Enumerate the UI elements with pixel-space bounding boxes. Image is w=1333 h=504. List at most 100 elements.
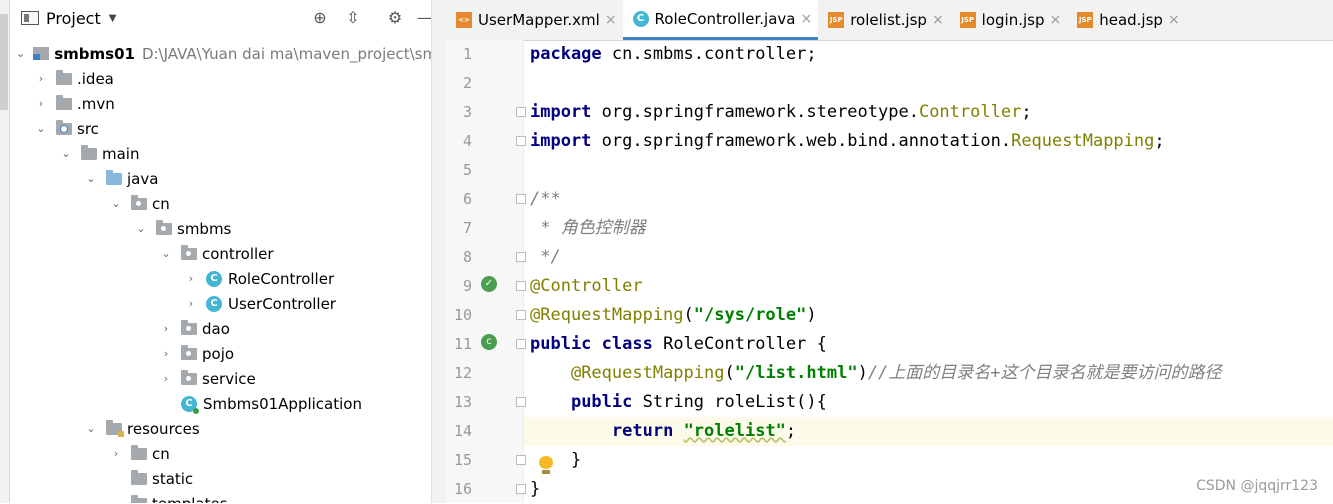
line-number: 7	[462, 219, 472, 237]
tree-item-controller[interactable]: ⌄ controller	[10, 241, 431, 266]
tree-item-label: service	[202, 369, 256, 388]
source-root-folder-icon	[106, 169, 122, 185]
chevron-down-icon[interactable]: ⌄	[134, 222, 148, 235]
chevron-down-icon[interactable]: ⌄	[34, 122, 48, 135]
editor-gutter[interactable]: 1 2 3 4 5 6 7 8 9 10 11 12 13 14 15 16 ✓…	[446, 40, 526, 503]
chevron-right-icon[interactable]: ›	[184, 297, 198, 310]
tree-item-java[interactable]: ⌄ java	[10, 166, 431, 191]
chevron-right-icon[interactable]: ›	[159, 347, 173, 360]
line-number: 16	[453, 480, 472, 498]
line-number: 3	[462, 103, 472, 121]
fold-marker-icon[interactable]	[516, 136, 526, 146]
tree-item-label: controller	[202, 244, 274, 263]
tab-rolecontroller-java[interactable]: C RoleController.java ×	[622, 0, 819, 40]
tree-item-rolecontroller[interactable]: › C RoleController	[10, 266, 431, 291]
class-icon: C	[206, 295, 222, 312]
chevron-down-icon[interactable]: ▼	[109, 13, 117, 24]
tree-item-idea[interactable]: › .idea	[10, 66, 431, 91]
fold-marker-icon[interactable]	[516, 281, 526, 291]
spring-bean-icon[interactable]: ✓	[481, 276, 497, 292]
tab-head-jsp[interactable]: JSP head.jsp ×	[1067, 0, 1185, 40]
chevron-down-icon[interactable]: ⌄	[159, 247, 173, 260]
chevron-right-icon[interactable]: ›	[159, 322, 173, 335]
code-line-6: /**	[530, 189, 561, 209]
chevron-down-icon[interactable]: ⌄	[59, 147, 73, 160]
code-area[interactable]: package cn.smbms.controller; import org.…	[530, 40, 1333, 503]
tree-item-static[interactable]: static	[10, 466, 431, 491]
tab-label: rolelist.jsp	[850, 11, 927, 29]
fold-marker-icon[interactable]	[516, 194, 526, 204]
code-line-10: @RequestMapping("/sys/role")	[530, 305, 817, 325]
tab-login-jsp[interactable]: JSP login.jsp ×	[950, 0, 1068, 40]
tree-item-label: .mvn	[77, 94, 115, 113]
package-icon	[181, 244, 197, 260]
chevron-down-icon[interactable]: ⌄	[109, 197, 123, 210]
tree-item-smbms[interactable]: ⌄ smbms	[10, 216, 431, 241]
collapse-all-icon[interactable]: ⇳	[344, 9, 362, 27]
tree-item-smbms01[interactable]: ⌄ smbms01 D:\JAVA\Yuan dai ma\maven_proj…	[10, 41, 431, 66]
fold-marker-icon[interactable]	[516, 455, 526, 465]
spring-bean-icon[interactable]: c	[481, 334, 497, 350]
chevron-down-icon[interactable]: ⌄	[16, 47, 25, 60]
tree-item-label: static	[152, 469, 194, 488]
fold-marker-icon[interactable]	[516, 252, 526, 262]
tree-item-label: .idea	[77, 69, 114, 88]
project-tool-tab[interactable]	[0, 14, 8, 110]
tree-item-pojo[interactable]: › pojo	[10, 341, 431, 366]
tab-label: UserMapper.xml	[478, 11, 600, 29]
tab-rolelist-jsp[interactable]: JSP rolelist.jsp ×	[818, 0, 949, 40]
close-icon[interactable]: ×	[932, 12, 944, 28]
package-icon	[131, 194, 147, 210]
package-icon	[181, 319, 197, 335]
chevron-down-icon[interactable]: ⌄	[84, 422, 98, 435]
close-icon[interactable]: ×	[1168, 12, 1180, 28]
tree-item-cn[interactable]: ⌄ cn	[10, 191, 431, 216]
tree-item-templates[interactable]: templates	[10, 491, 431, 503]
minimize-icon[interactable]: —	[416, 9, 431, 27]
chevron-right-icon[interactable]: ›	[184, 272, 198, 285]
line-number: 1	[462, 45, 472, 63]
java-class-icon: C	[632, 10, 649, 27]
tab-usermapper-xml[interactable]: <> UserMapper.xml ×	[446, 0, 623, 40]
code-text: RoleController {	[663, 334, 827, 354]
fold-marker-icon[interactable]	[516, 397, 526, 407]
code-line-7: * 角色控制器	[530, 218, 646, 238]
chevron-right-icon[interactable]: ›	[34, 97, 48, 110]
code-text: RequestMapping	[1011, 131, 1155, 151]
code-text: org.springframework.stereotype.	[601, 102, 919, 122]
tree-item-smbms01application[interactable]: C Smbms01Application	[10, 391, 431, 416]
line-number: 13	[453, 393, 472, 411]
chevron-right-icon[interactable]: ›	[109, 447, 123, 460]
close-icon[interactable]: ×	[800, 11, 812, 27]
fold-marker-icon[interactable]	[516, 339, 526, 349]
project-panel-header: Project ▼ ⊕ ⇳ ⚙ —	[10, 0, 431, 36]
panel-divider[interactable]	[431, 0, 447, 503]
module-icon	[33, 47, 50, 60]
tree-item-src[interactable]: ⌄ src	[10, 116, 431, 141]
fold-marker-icon[interactable]	[516, 484, 526, 494]
tree-item-service[interactable]: › service	[10, 366, 431, 391]
tree-item-dao[interactable]: › dao	[10, 316, 431, 341]
tree-item-main[interactable]: ⌄ main	[10, 141, 431, 166]
line-number: 12	[453, 364, 472, 382]
chevron-right-icon[interactable]: ›	[159, 372, 173, 385]
editor-tab-bar: <> UserMapper.xml × C RoleController.jav…	[446, 0, 1333, 41]
chevron-down-icon[interactable]: ⌄	[84, 172, 98, 185]
fold-marker-icon[interactable]	[516, 107, 526, 117]
tree-item-usercontroller[interactable]: › C UserController	[10, 291, 431, 316]
tree-item-resources-cn[interactable]: › cn	[10, 441, 431, 466]
gear-icon[interactable]: ⚙	[386, 9, 404, 27]
chevron-right-icon[interactable]: ›	[34, 72, 48, 85]
tree-item-label: src	[77, 119, 99, 138]
code-line-12: @RequestMapping("/list.html")//上面的目录名+这个…	[570, 363, 1222, 383]
xml-file-icon: <>	[456, 12, 472, 28]
close-icon[interactable]: ×	[605, 12, 617, 28]
locate-icon[interactable]: ⊕	[311, 9, 329, 27]
fold-marker-icon[interactable]	[516, 310, 526, 320]
tree-item-label: Smbms01Application	[203, 394, 362, 413]
close-icon[interactable]: ×	[1049, 12, 1061, 28]
tree-item-resources[interactable]: ⌄ resources	[10, 416, 431, 441]
tree-item-mvn[interactable]: › .mvn	[10, 91, 431, 116]
project-panel-title[interactable]: Project	[46, 9, 101, 28]
